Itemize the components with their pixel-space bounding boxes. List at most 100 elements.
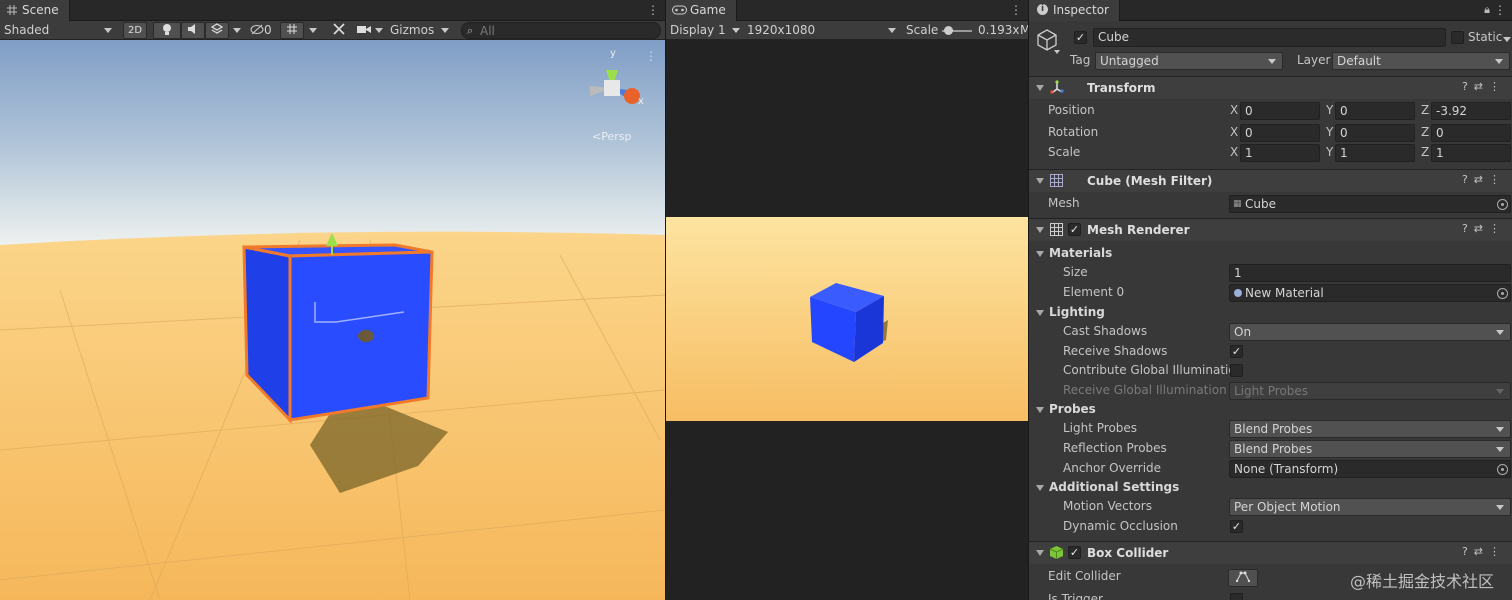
foldout-arrow-icon[interactable] (1036, 227, 1044, 233)
scene-viewport[interactable]: y x <Persp ⋮ (0, 40, 665, 600)
chevron-down-icon[interactable] (1054, 50, 1060, 54)
rotation-y-input[interactable]: 0 (1335, 124, 1415, 142)
mesh-renderer-enabled-checkbox[interactable]: ✓ (1068, 223, 1081, 236)
foldout-arrow-icon[interactable] (1036, 310, 1044, 316)
probes-foldout[interactable]: Probes (1029, 400, 1512, 420)
game-menu-icon[interactable]: ⋮ (1010, 3, 1022, 17)
maximize-toggle[interactable]: M (1020, 21, 1028, 40)
grid-toggle-button[interactable] (280, 22, 304, 39)
camera-settings-button[interactable] (357, 21, 371, 40)
scale-z-input[interactable]: 1 (1431, 144, 1511, 162)
gizmos-label: Gizmos (390, 23, 435, 37)
lighting-label: Lighting (1049, 305, 1105, 319)
chevron-down-icon[interactable] (375, 28, 383, 33)
tag-dropdown[interactable]: Untagged (1095, 52, 1283, 70)
materials-foldout[interactable]: Materials (1029, 244, 1512, 264)
foldout-arrow-icon[interactable] (1036, 550, 1044, 556)
mesh-object-field[interactable]: ▦ Cube (1229, 195, 1511, 213)
position-row: Position X 0 Y 0 Z -3.92 (1029, 101, 1512, 121)
component-header-icons[interactable]: ?⇄⋮ (1462, 80, 1506, 93)
mesh-renderer-header[interactable]: ✓ Mesh Renderer ?⇄⋮ (1029, 218, 1512, 241)
dynamic-occlusion-checkbox[interactable]: ✓ (1230, 520, 1243, 533)
effects-toggle-button[interactable] (205, 22, 229, 39)
static-checkbox[interactable] (1451, 31, 1464, 44)
scale-x-input[interactable]: 1 (1240, 144, 1320, 162)
shading-mode-dropdown[interactable]: Shaded (4, 21, 49, 40)
layer-dropdown[interactable]: Default (1332, 52, 1510, 70)
tag-label: Tag (1070, 53, 1091, 67)
scale-slider-handle[interactable] (944, 26, 953, 35)
chevron-down-icon[interactable] (1503, 37, 1511, 42)
game-tab-label: Game (690, 3, 726, 17)
gizmos-dropdown[interactable]: Gizmos (390, 21, 434, 40)
scene-view-menu-icon[interactable]: ⋮ (645, 49, 657, 63)
scene-search-input[interactable]: ⌕ All (461, 22, 661, 39)
materials-label: Materials (1049, 246, 1113, 260)
chevron-down-icon[interactable] (309, 28, 317, 33)
anchor-override-field[interactable]: None (Transform) (1229, 460, 1511, 478)
inspector-tab[interactable]: i Inspector (1029, 0, 1120, 21)
hidden-objects-toggle[interactable]: 0 (250, 21, 272, 40)
foldout-arrow-icon[interactable] (1036, 178, 1044, 184)
lighting-toggle-button[interactable] (153, 22, 181, 39)
rotation-label: Rotation (1048, 125, 1099, 139)
tag-value: Untagged (1100, 54, 1159, 68)
object-picker-icon[interactable] (1497, 464, 1508, 475)
box-collider-header[interactable]: ✓ Box Collider ?⇄⋮ (1029, 541, 1512, 564)
mesh-renderer-title: Mesh Renderer (1087, 223, 1190, 237)
materials-size-input[interactable]: 1 (1229, 264, 1511, 282)
light-probes-value: Blend Probes (1234, 422, 1313, 436)
box-collider-enabled-checkbox[interactable]: ✓ (1068, 546, 1081, 559)
lock-icon[interactable]: 🔒︎ (1484, 3, 1490, 17)
foldout-arrow-icon[interactable] (1036, 251, 1044, 257)
component-header-icons[interactable]: ?⇄⋮ (1462, 545, 1506, 558)
object-picker-icon[interactable] (1497, 288, 1508, 299)
additional-settings-foldout[interactable]: Additional Settings (1029, 478, 1512, 498)
lighting-foldout[interactable]: Lighting (1029, 303, 1512, 323)
foldout-arrow-icon[interactable] (1036, 407, 1044, 413)
foldout-arrow-icon[interactable] (1036, 85, 1044, 91)
toggle-2d-button[interactable]: 2D (123, 22, 147, 39)
mesh-filter-header[interactable]: Cube (Mesh Filter) ?⇄⋮ (1029, 169, 1512, 192)
reflection-probes-dropdown[interactable]: Blend Probes (1229, 440, 1511, 458)
game-viewport[interactable] (666, 40, 1028, 600)
chevron-down-icon[interactable] (233, 28, 241, 33)
receive-shadows-checkbox[interactable]: ✓ (1230, 345, 1243, 358)
light-probes-dropdown[interactable]: Blend Probes (1229, 420, 1511, 438)
game-tab[interactable]: Game (666, 0, 737, 21)
is-trigger-checkbox[interactable] (1230, 593, 1243, 600)
resolution-dropdown[interactable]: 1920x1080 (747, 21, 815, 40)
object-name-input[interactable]: Cube (1093, 28, 1446, 47)
foldout-arrow-icon[interactable] (1036, 485, 1044, 491)
display-dropdown[interactable]: Display 1 (670, 21, 726, 40)
audio-toggle-button[interactable] (181, 22, 205, 39)
scale-y-input[interactable]: 1 (1335, 144, 1415, 162)
chevron-down-icon (1496, 330, 1504, 335)
rotation-x-input[interactable]: 0 (1240, 124, 1320, 142)
selected-cube[interactable] (242, 233, 434, 424)
motion-vectors-dropdown[interactable]: Per Object Motion (1229, 498, 1511, 516)
material-object-field[interactable]: New Material (1229, 284, 1511, 302)
transform-header[interactable]: Transform ?⇄⋮ (1029, 76, 1512, 99)
object-picker-icon[interactable] (1497, 199, 1508, 210)
scene-menu-icon[interactable]: ⋮ (647, 3, 659, 17)
game-toolbar: Display 1 1920x1080 Scale 0.193x M (666, 21, 1028, 40)
scene-canvas[interactable]: y x <Persp ⋮ (0, 40, 665, 600)
cast-shadows-dropdown[interactable]: On (1229, 323, 1511, 341)
rotation-z-input[interactable]: 0 (1431, 124, 1511, 142)
scene-tab[interactable]: Scene (0, 0, 70, 21)
inspector-menu-icon[interactable]: ⋮ (1494, 3, 1506, 17)
component-header-icons[interactable]: ?⇄⋮ (1462, 173, 1506, 186)
cube-icon[interactable] (1035, 28, 1059, 52)
position-x-input[interactable]: 0 (1240, 102, 1320, 120)
edit-collider-button[interactable] (1228, 569, 1258, 587)
position-y-input[interactable]: 0 (1335, 102, 1415, 120)
y-label: Y (1326, 103, 1334, 117)
perspective-label[interactable]: <Persp (592, 130, 631, 143)
contribute-gi-checkbox[interactable] (1230, 364, 1243, 377)
tools-toggle[interactable] (332, 21, 346, 40)
edit-bounds-icon (1235, 571, 1251, 583)
component-header-icons[interactable]: ?⇄⋮ (1462, 222, 1506, 235)
active-checkbox[interactable]: ✓ (1074, 31, 1087, 44)
position-z-input[interactable]: -3.92 (1431, 102, 1511, 120)
